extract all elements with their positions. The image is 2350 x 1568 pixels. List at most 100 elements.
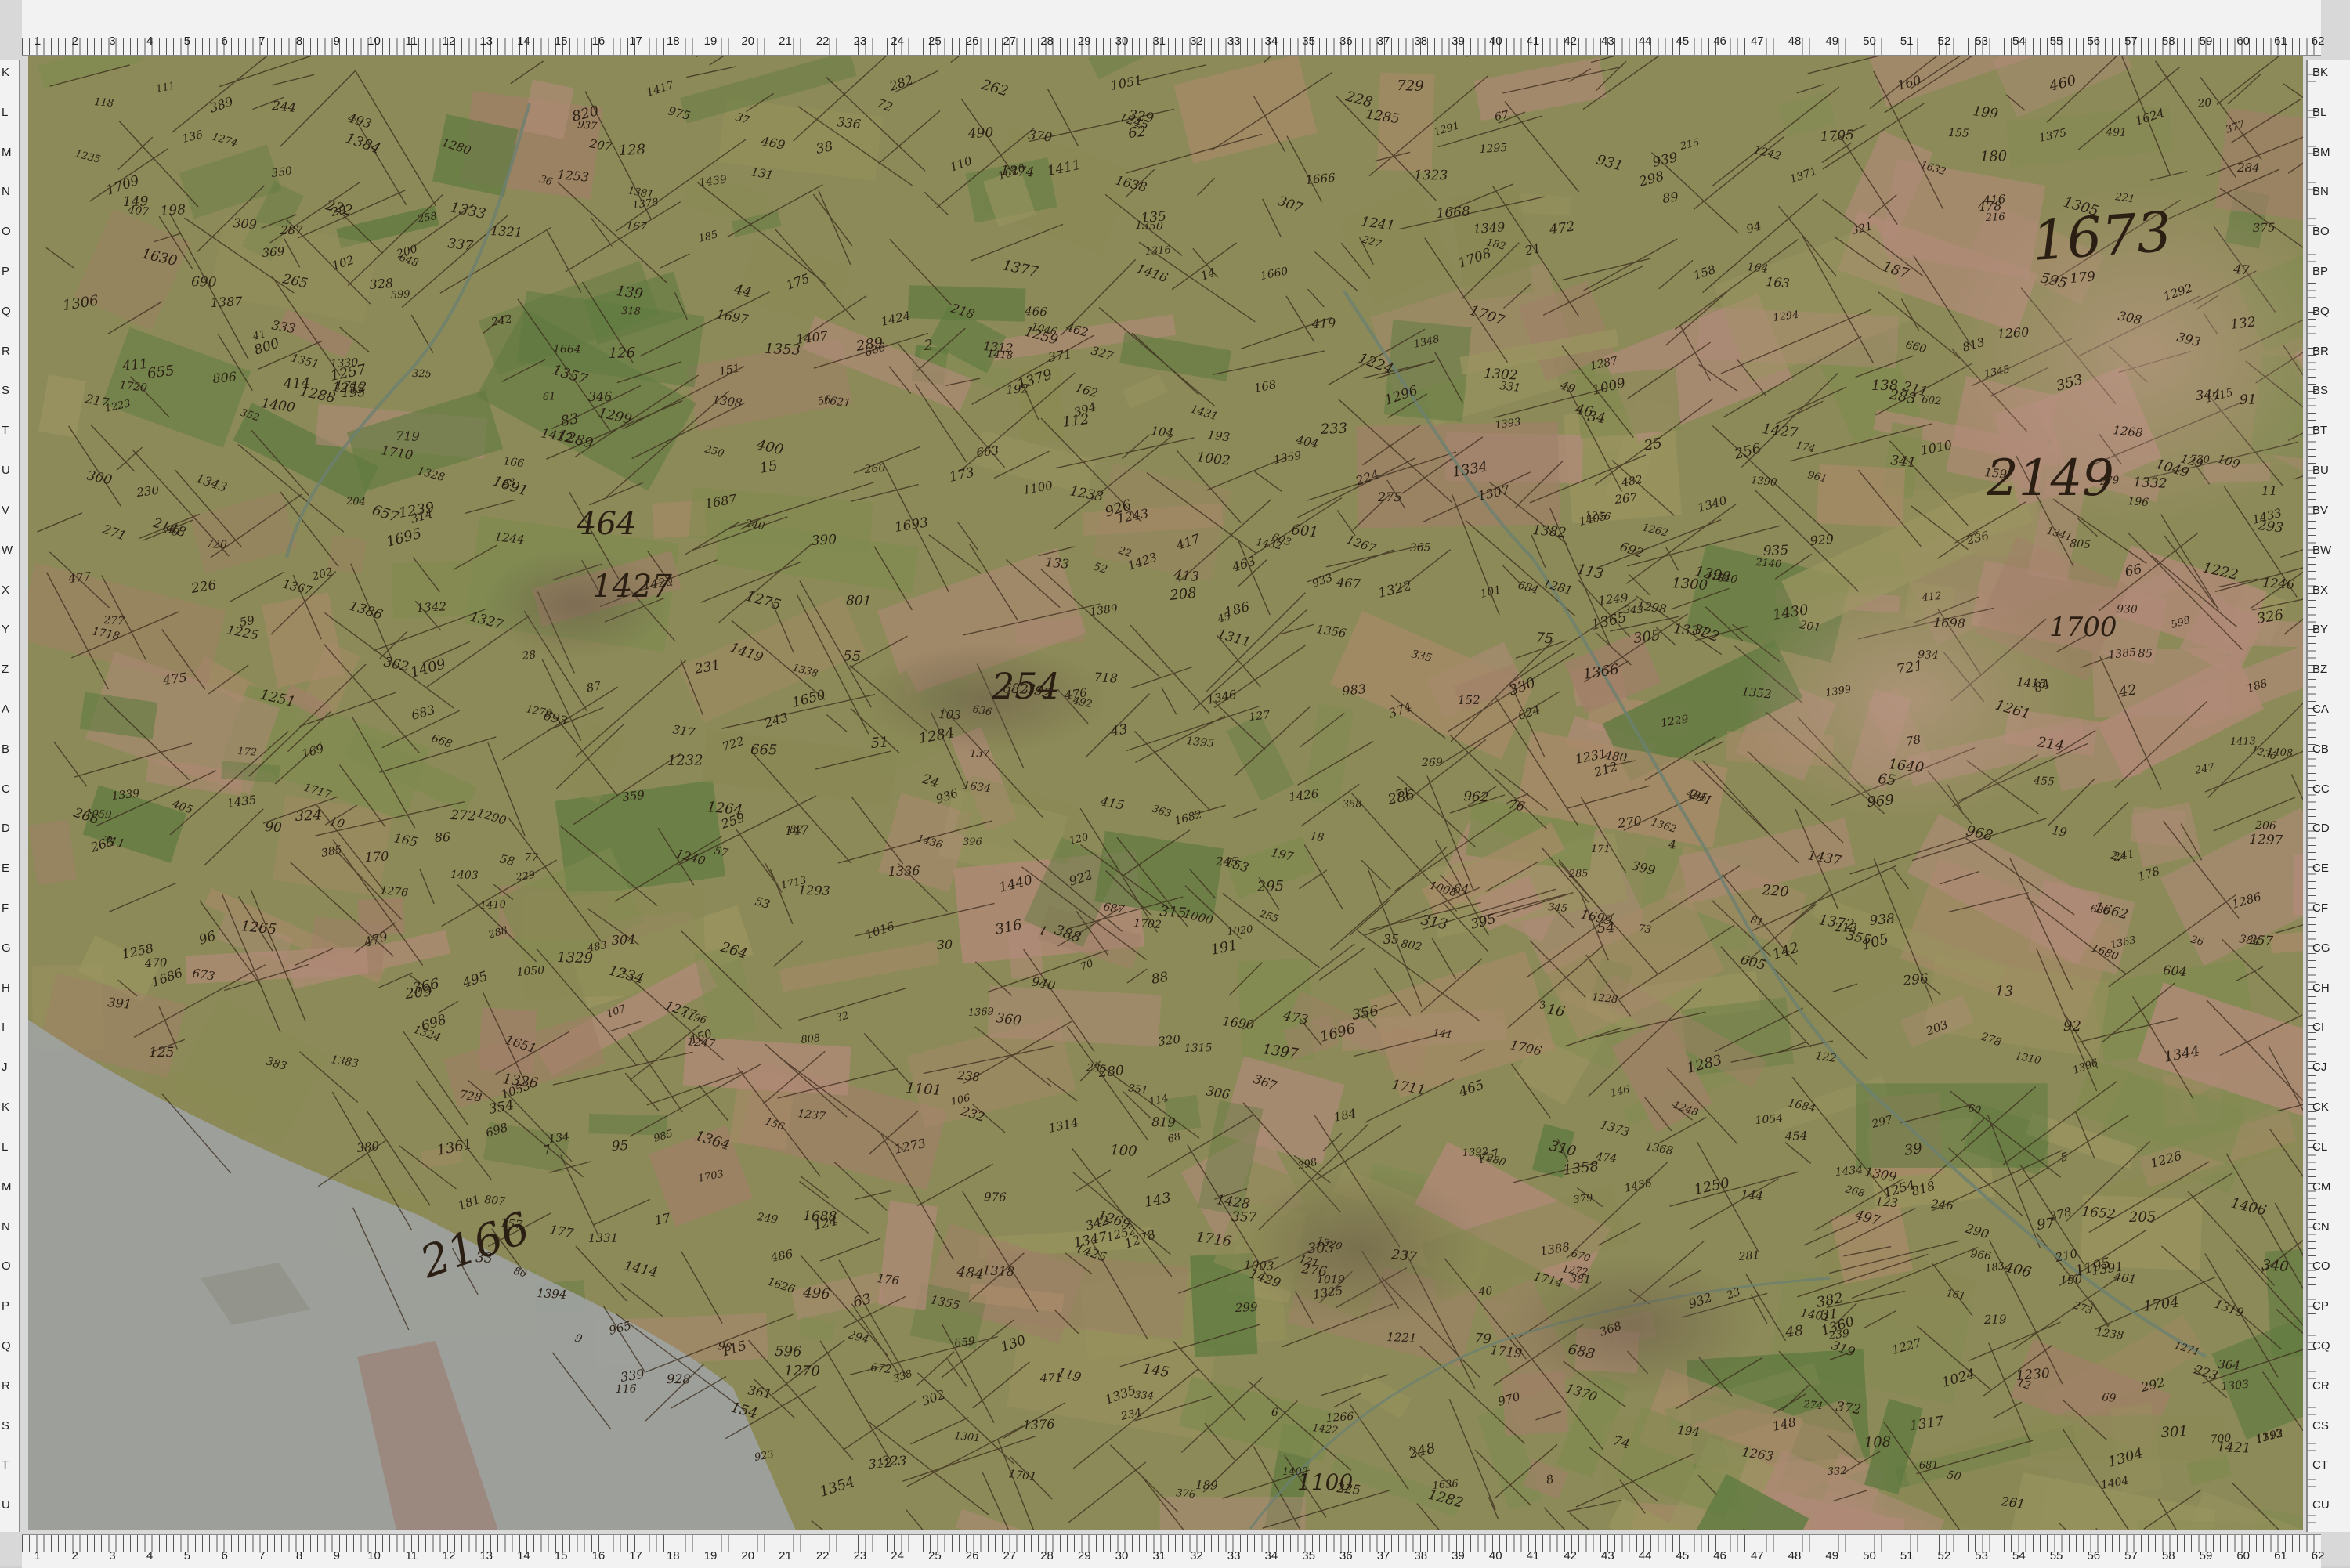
parcel-number[interactable]: 163 (1766, 274, 1791, 291)
parcel-number[interactable]: 304 (611, 932, 635, 948)
parcel-number[interactable]: 138 (1871, 378, 1899, 394)
parcel-number[interactable]: 296 (1901, 971, 1929, 989)
parcel-number[interactable]: 170 (364, 849, 389, 865)
parcel-number[interactable]: 47 (2232, 262, 2251, 278)
parcel-number[interactable]: 312 (868, 1455, 893, 1472)
parcel-number[interactable]: 1652 (2081, 1204, 2117, 1223)
parcel-number[interactable]: 208 (1168, 585, 1197, 604)
parcel-number[interactable]: 1415 (2016, 675, 2047, 691)
parcel-number[interactable]: 665 (750, 742, 778, 758)
parcel-number[interactable]: 976 (984, 1190, 1007, 1205)
parcel-number[interactable]: 274 (1802, 1399, 1824, 1412)
parcel-number[interactable]: 360 (995, 1010, 1022, 1029)
parcel-number[interactable]: 67 (1494, 109, 1510, 124)
parcel-number[interactable]: 235 (1086, 1062, 1107, 1075)
parcel-number[interactable]: 1376 (1022, 1416, 1054, 1433)
parcel-number[interactable]: 808 (801, 1032, 821, 1046)
parcel-number[interactable]: 929 (1810, 532, 1835, 548)
parcel-number[interactable]: 137 (970, 748, 990, 761)
parcel-number[interactable]: 164 (1747, 261, 1769, 276)
parcel-number[interactable]: 92 (2063, 1018, 2081, 1035)
parcel-number[interactable]: 391 (107, 995, 132, 1012)
large-parcel-number[interactable]: 1100 (1297, 1469, 1353, 1495)
parcel-number[interactable]: 75 (1535, 630, 1554, 647)
parcel-number[interactable]: 237 (1390, 1247, 1418, 1266)
parcel-number[interactable]: 152 (1458, 693, 1480, 707)
parcel-number[interactable]: 82 (790, 824, 803, 836)
parcel-number[interactable]: 930 (2117, 603, 2138, 616)
parcel-number[interactable]: 1666 (1305, 171, 1336, 187)
parcel-number[interactable]: 301 (2160, 1423, 2189, 1441)
parcel-number[interactable]: 205 (2128, 1209, 2157, 1226)
parcel-number[interactable]: 455 (2033, 775, 2055, 789)
parcel-number[interactable]: 1295 (1479, 142, 1508, 156)
parcel-number[interactable]: 411 (121, 356, 148, 374)
parcel-number[interactable]: 19 (2051, 823, 2068, 840)
parcel-number[interactable]: 328 (369, 276, 394, 292)
parcel-number[interactable]: 484 (955, 1263, 985, 1283)
parcel-number[interactable]: 983 (1341, 681, 1366, 699)
parcel-number[interactable]: 112 (1061, 411, 1090, 431)
parcel-number[interactable]: 172 (237, 746, 258, 759)
parcel-number[interactable]: 238 (956, 1068, 981, 1084)
parcel-number[interactable]: 295 (1256, 878, 1284, 895)
parcel-number[interactable]: 55 (843, 648, 862, 665)
parcel-number[interactable]: 281 (1737, 1249, 1760, 1263)
parcel-number[interactable]: 39 (1904, 1140, 1924, 1159)
parcel-number[interactable]: 466 (1024, 304, 1048, 319)
parcel-number[interactable]: 470 (143, 956, 168, 970)
parcel-number[interactable]: 1336 (888, 863, 920, 879)
parcel-number[interactable]: 604 (2163, 963, 2188, 979)
parcel-number[interactable]: 962 (1463, 789, 1489, 806)
parcel-number[interactable]: 1059 (85, 807, 112, 822)
parcel-number[interactable]: 246 (1930, 1197, 1955, 1213)
parcel-number[interactable]: 270 (1616, 813, 1643, 831)
parcel-number[interactable]: 370 (1027, 127, 1053, 145)
parcel-number[interactable]: 209 (403, 983, 432, 1003)
parcel-number[interactable]: 1342 (416, 599, 446, 615)
parcel-number[interactable]: 318 (621, 305, 641, 318)
parcel-number[interactable]: 260 (863, 462, 886, 476)
parcel-number[interactable]: 65 (1878, 771, 1897, 789)
parcel-number[interactable]: 86 (434, 829, 450, 845)
parcel-number[interactable]: 141 (1433, 1028, 1453, 1041)
parcel-number[interactable]: 934 (1918, 649, 1939, 662)
parcel-number[interactable]: 206 (2254, 819, 2276, 833)
parcel-number[interactable]: 126 (609, 345, 636, 362)
parcel-number[interactable]: 336 (837, 114, 862, 132)
parcel-number[interactable]: 1315 (1184, 1042, 1213, 1055)
parcel-number[interactable]: 490 (967, 125, 993, 142)
parcel-number[interactable]: 269 (1421, 757, 1443, 769)
parcel-number[interactable]: 272 (450, 807, 476, 825)
parcel-number[interactable]: 1390 (1751, 475, 1777, 489)
parcel-number[interactable]: 309 (233, 215, 258, 232)
parcel-number[interactable]: 1392 (1462, 1146, 1488, 1159)
parcel-number[interactable]: 60 (1967, 1103, 1982, 1116)
parcel-number[interactable]: 380 (356, 1139, 381, 1155)
parcel-number[interactable]: 69 (2102, 1391, 2117, 1405)
parcel-number[interactable]: 379 (1573, 1192, 1593, 1206)
parcel-number[interactable]: 325 (412, 368, 432, 380)
parcel-number[interactable]: 85 (2138, 646, 2153, 660)
parcel-number[interactable]: 16 (1546, 1001, 1566, 1021)
parcel-number[interactable]: 277 (103, 614, 125, 628)
large-parcel-number[interactable]: 1673 (2030, 200, 2173, 273)
parcel-number[interactable]: 176 (877, 1271, 901, 1288)
parcel-number[interactable]: 133 (1045, 555, 1070, 572)
parcel-number[interactable]: 6 (1271, 1407, 1278, 1419)
parcel-number[interactable]: 77 (524, 851, 539, 865)
parcel-number[interactable]: 1270 (784, 1363, 820, 1380)
parcel-number[interactable]: 801 (846, 593, 872, 609)
parcel-number[interactable]: 1054 (1755, 1112, 1784, 1127)
parcel-number[interactable]: 267 (1614, 490, 1639, 507)
parcel-number[interactable]: 1636 (1432, 1478, 1459, 1492)
parcel-number[interactable]: 413 (1173, 567, 1200, 585)
parcel-number[interactable]: 128 (618, 142, 645, 159)
parcel-number[interactable]: 467 (1336, 575, 1362, 591)
parcel-number[interactable]: 2140 (1755, 557, 1782, 571)
parcel-number[interactable]: 305 (1632, 627, 1661, 647)
parcel-number[interactable]: 1668 (1436, 204, 1471, 222)
parcel-number[interactable]: 1302 (1484, 366, 1518, 384)
parcel-number[interactable]: 412 (1921, 591, 1942, 604)
parcel-number[interactable]: 1316 (1144, 244, 1171, 258)
